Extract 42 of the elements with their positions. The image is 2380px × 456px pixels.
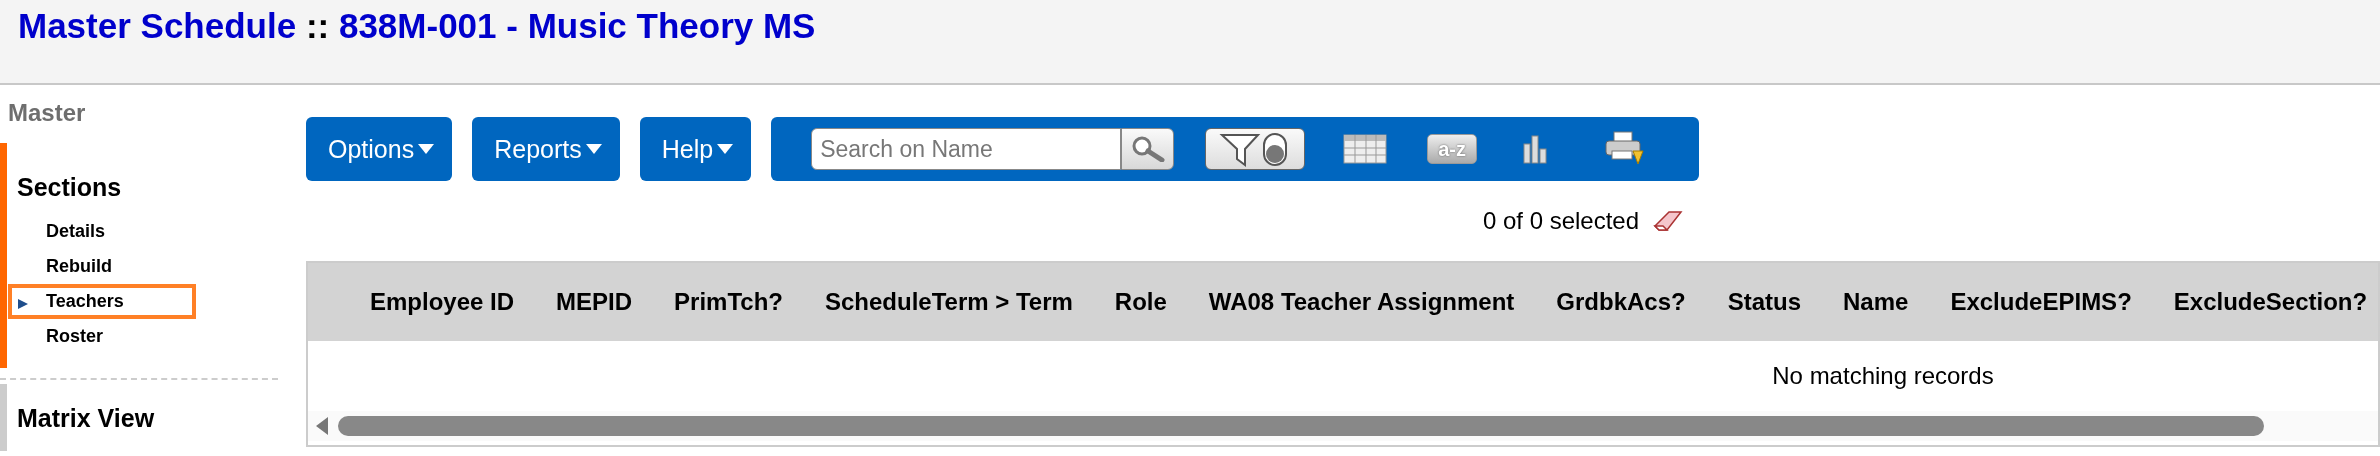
search-button[interactable]	[1121, 128, 1175, 170]
search-field[interactable]: Search on Name	[811, 128, 1122, 170]
empty-message: No matching records	[1772, 362, 1994, 390]
eraser-icon[interactable]	[1653, 209, 1684, 233]
nav-group-title[interactable]: Matrix View	[7, 384, 155, 451]
table-icon	[1343, 134, 1388, 164]
scroll-left-icon[interactable]	[316, 417, 328, 435]
menu-button[interactable]: Options	[306, 117, 453, 181]
search-icon	[1130, 136, 1165, 162]
column-header[interactable]: Name	[1843, 288, 1909, 316]
column-header[interactable]: GrdbkAcs?	[1556, 288, 1686, 316]
print-button[interactable]	[1605, 131, 1646, 167]
page-title: Master Schedule :: 838M-001 - Music Theory MS	[18, 6, 816, 46]
column-header[interactable]: Role	[1114, 288, 1167, 316]
selection-count: 0 of 0 selected	[1482, 207, 1640, 235]
bar-chart-icon	[1523, 134, 1548, 164]
nav-item[interactable]: Teachers	[8, 284, 196, 319]
chart-button[interactable]	[1523, 134, 1548, 164]
column-header[interactable]: MEPID	[556, 288, 633, 316]
column-header[interactable]: ExcludeEPIMS?	[1950, 288, 2132, 316]
column-header[interactable]: PrimTch?	[674, 288, 783, 316]
nav-item[interactable]: Roster	[8, 319, 196, 354]
grid-button[interactable]	[1343, 134, 1388, 164]
printer-icon	[1605, 131, 1646, 167]
horizontal-scrollbar[interactable]	[308, 411, 2378, 441]
nav-item[interactable]: Details	[8, 214, 196, 249]
column-header[interactable]: ScheduleTerm > Term	[824, 288, 1073, 316]
column-header[interactable]: Employee ID	[370, 288, 515, 316]
nav-item[interactable]: Rebuild	[8, 249, 196, 284]
menu-button[interactable]: Reports	[472, 117, 620, 181]
caret-icon	[585, 144, 602, 154]
scrollbar-thumb[interactable]	[338, 416, 2264, 436]
caret-icon	[418, 144, 435, 154]
filter-toggle[interactable]	[1205, 128, 1306, 170]
caret-icon	[717, 144, 734, 154]
nav-group-title[interactable]: Sections	[7, 143, 122, 214]
arrow-icon	[18, 299, 28, 309]
menu-button[interactable]: Help	[639, 117, 752, 181]
column-header[interactable]: ExcludeSection?	[2173, 288, 2368, 316]
column-header[interactable]: Status	[1727, 288, 1802, 316]
section-heading: Master	[7, 98, 87, 128]
column-header[interactable]: WA08 Teacher Assignment	[1208, 288, 1515, 316]
